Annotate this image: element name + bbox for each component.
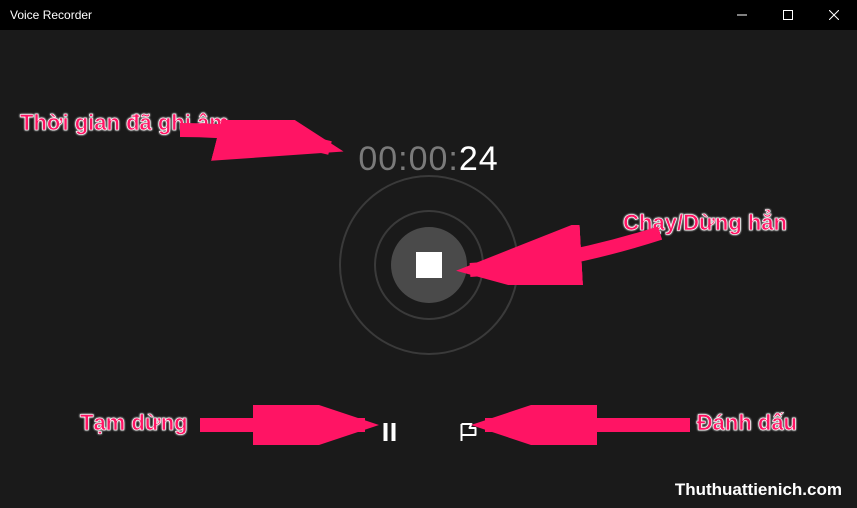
maximize-button[interactable] [765,0,811,30]
timer-dim: 00:00: [358,140,459,178]
flag-icon [458,422,478,442]
annotation-time-label: Thời gian đã ghi âm [20,110,229,136]
stop-button[interactable] [391,227,467,303]
annotation-pause-label: Tạm dừng [80,410,188,436]
pause-button[interactable] [377,420,401,444]
main-area: 00:00:24 Thời gian đã ghi âm Chạy/Dừng h… [0,30,857,508]
pause-icon [381,422,397,442]
recording-timer: 00:00:24 [358,140,498,179]
close-button[interactable] [811,0,857,30]
timer-bright: 24 [459,140,499,178]
titlebar: Voice Recorder [0,0,857,30]
annotation-flag-label: Đánh dấu [697,410,797,436]
arrow-to-flag [470,405,700,445]
secondary-controls [377,420,480,444]
window-controls [719,0,857,30]
window-title: Voice Recorder [10,8,92,22]
arrow-to-pause [190,405,380,445]
watermark: Thuthuattienich.com [675,480,842,500]
annotation-stop-label: Chạy/Dừng hẳn [623,210,787,236]
flag-button[interactable] [456,420,480,444]
minimize-button[interactable] [719,0,765,30]
stop-icon [416,252,442,278]
